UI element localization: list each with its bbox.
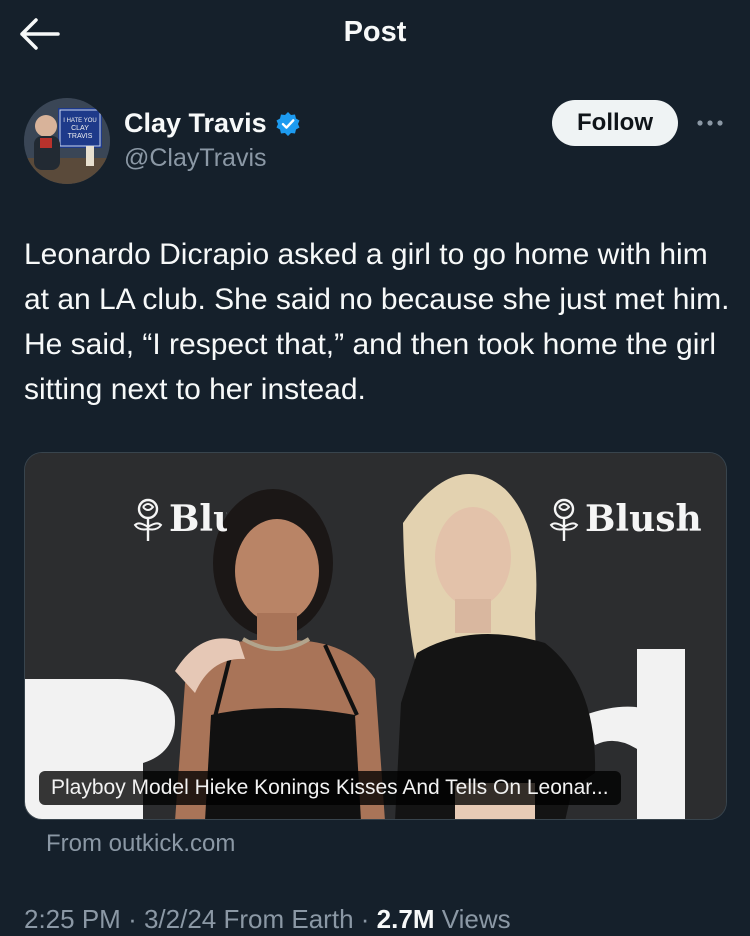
post-time[interactable]: 2:25 PM <box>24 904 121 934</box>
card-brand-right-text: Blush <box>585 498 702 540</box>
post-meta: 2:25 PM · 3/2/24 From Earth · 2.7M Views <box>24 904 511 935</box>
svg-text:TRAVIS: TRAVIS <box>68 133 93 140</box>
author-name[interactable]: Clay Travis <box>124 108 301 139</box>
rose-logo-icon <box>129 495 167 543</box>
avatar[interactable]: I HATE YOU CLAY TRAVIS <box>24 98 110 184</box>
more-options-button[interactable] <box>692 108 728 138</box>
meta-separator: · <box>360 904 370 934</box>
more-options-icon <box>697 120 723 126</box>
link-card[interactable]: Blush Blush Playboy Model Hieke Konings … <box>24 452 727 820</box>
card-brand-right: Blush <box>545 495 702 543</box>
views-label[interactable]: Views <box>442 904 511 934</box>
card-brand-left-text: Blush <box>169 498 227 540</box>
verified-badge-icon <box>275 111 301 137</box>
tweet-text: Leonardo Dicrapio asked a girl to go hom… <box>24 238 730 406</box>
card-caption[interactable]: Playboy Model Hieke Konings Kisses And T… <box>39 771 621 805</box>
post-location: From Earth <box>223 904 354 934</box>
rose-logo-icon <box>545 495 583 543</box>
card-source[interactable]: From outkick.com <box>46 830 235 858</box>
page-title: Post <box>343 16 407 48</box>
follow-button[interactable]: Follow <box>552 100 678 146</box>
post-date[interactable]: 3/2/24 <box>144 904 216 934</box>
meta-separator: · <box>128 904 137 934</box>
views-count[interactable]: 2.7M <box>377 904 435 934</box>
card-brand-left: Blush <box>129 495 227 543</box>
post-page: Post I HATE YOU CLAY TRAVIS Clay Travis … <box>0 0 750 936</box>
svg-text:CLAY: CLAY <box>71 125 89 132</box>
author-handle[interactable]: @ClayTravis <box>124 144 267 173</box>
top-bar: Post <box>0 0 750 70</box>
avatar-image: I HATE YOU CLAY TRAVIS <box>24 98 110 184</box>
svg-text:I HATE YOU: I HATE YOU <box>63 118 96 124</box>
author-name-text: Clay Travis <box>124 108 267 138</box>
